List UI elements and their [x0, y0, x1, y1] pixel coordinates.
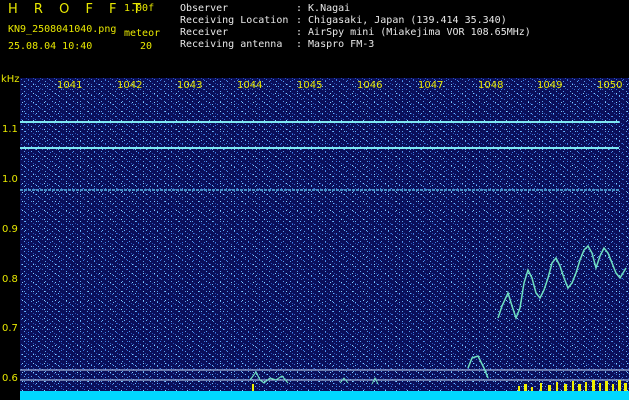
receiver-value: : AirSpy mini (Miakejima VOR 108.65MHz) — [296, 27, 531, 38]
observer-label: Observer — [180, 3, 229, 14]
x-tick-1045: 1045 — [297, 80, 323, 91]
x-tick-1049: 1049 — [537, 80, 563, 91]
y-tick-2: 1.0 — [2, 174, 18, 185]
y-tick-5: 0.7 — [2, 323, 18, 334]
x-tick-1043: 1043 — [177, 80, 203, 91]
antenna-value: : Maspro FM-3 — [296, 39, 375, 50]
meteor-label: meteor — [124, 28, 161, 39]
x-tick-1046: 1046 — [357, 80, 383, 91]
y-tick-6: 0.6 — [2, 373, 18, 384]
observer-value: : K.Nagai — [296, 3, 351, 14]
location-label: Receiving Location — [180, 15, 289, 26]
noise-overlay — [20, 78, 629, 400]
datetime-label: 25.08.04 10:40 — [8, 41, 93, 52]
x-tick-1041: 1041 — [57, 80, 83, 91]
x-tick-1048: 1048 — [478, 80, 504, 91]
bottom-power-bar — [20, 391, 629, 400]
filename-label: KN9_2508041040.png — [8, 24, 117, 35]
y-tick-1: 1.1 — [2, 124, 18, 135]
y-tick-4: 0.8 — [2, 274, 18, 285]
receiver-label: Receiver — [180, 27, 229, 38]
x-tick-1044: 1044 — [237, 80, 263, 91]
x-tick-1050: 1050 — [597, 80, 623, 91]
x-tick-1047: 1047 — [418, 80, 444, 91]
meteor-count: 20 — [140, 41, 153, 52]
y-axis-unit: kHz — [1, 74, 20, 85]
spectrogram — [20, 78, 629, 400]
y-tick-3: 0.9 — [2, 224, 18, 235]
antenna-label: Receiving antenna — [180, 39, 283, 50]
location-value: : Chigasaki, Japan (139.414 35.340) — [296, 15, 507, 26]
version-label: 1.00f — [124, 3, 155, 14]
x-tick-1042: 1042 — [117, 80, 143, 91]
